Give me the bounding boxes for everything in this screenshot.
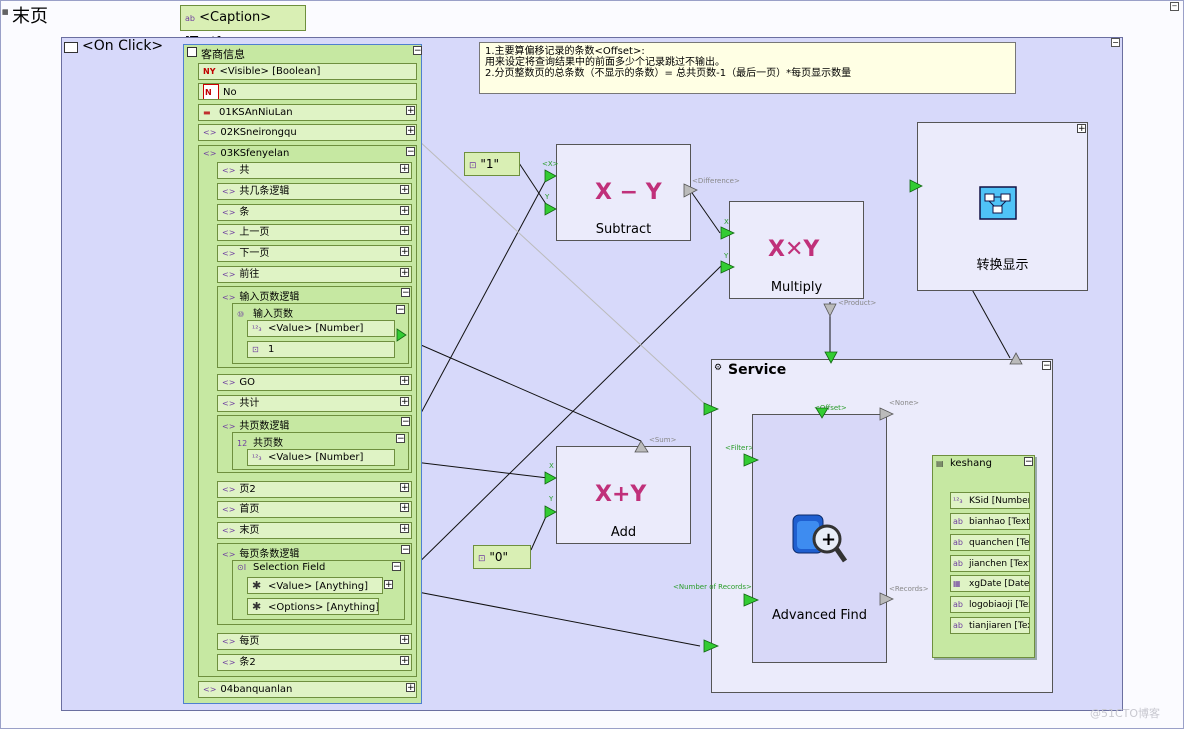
difference-port bbox=[683, 183, 698, 198]
input-value-port bbox=[396, 328, 407, 342]
records-port bbox=[879, 592, 894, 606]
convert-input-port bbox=[909, 179, 923, 193]
subtract-x-port bbox=[544, 169, 557, 183]
service-offset-input-port bbox=[824, 351, 838, 364]
service-output-port bbox=[1009, 352, 1023, 365]
multiply-x-port bbox=[720, 226, 735, 240]
add-x-port bbox=[544, 471, 557, 485]
subtract-y-port bbox=[544, 202, 557, 216]
multiply-y-port bbox=[720, 260, 735, 274]
service-filter-port bbox=[703, 402, 720, 416]
service-num-records-port bbox=[703, 639, 720, 653]
offset-port bbox=[815, 407, 829, 419]
product-port bbox=[823, 303, 837, 317]
watermark: @51CTO博客 bbox=[1090, 707, 1161, 720]
num-records-port bbox=[743, 593, 760, 607]
none-port bbox=[879, 407, 894, 421]
sum-port bbox=[634, 440, 649, 453]
filter-port bbox=[743, 453, 760, 467]
ports-layer bbox=[396, 169, 1023, 653]
add-y-port bbox=[544, 505, 557, 519]
